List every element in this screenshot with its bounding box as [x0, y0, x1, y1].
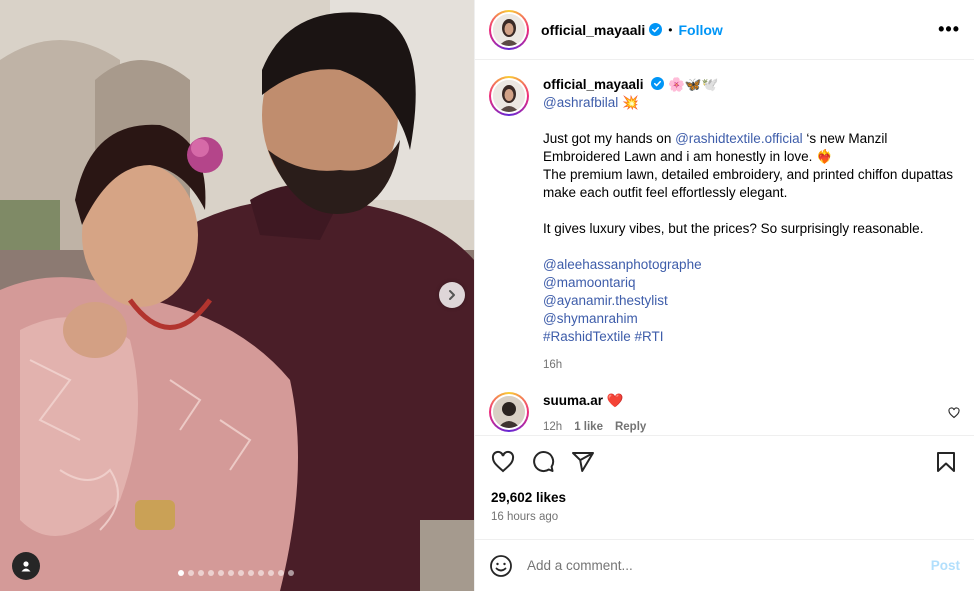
comment-icon[interactable] — [531, 450, 555, 474]
separator-dot: • — [668, 22, 673, 37]
comment-time[interactable]: 12h — [543, 418, 562, 435]
action-icons — [491, 450, 958, 474]
bookmark-icon[interactable] — [934, 450, 958, 474]
comment-heart-icon[interactable] — [948, 406, 960, 424]
caption-line-2: The premium lawn, detailed embroidery, a… — [543, 167, 953, 200]
share-icon[interactable] — [571, 450, 595, 474]
post-side-panel: official_mayaali • Follow ••• official_m… — [474, 0, 974, 591]
author-avatar[interactable] — [489, 9, 529, 50]
carousel-dot — [188, 570, 194, 576]
carousel-dot — [288, 570, 294, 576]
comment-likes[interactable]: 1 like — [574, 418, 603, 435]
caption-paragraph-2: It gives luxury vibes, but the prices? S… — [543, 221, 924, 236]
caption: official_mayaali 🌸🦋🕊️ @ashrafbilal 💥 Jus… — [489, 76, 960, 374]
author-username[interactable]: official_mayaali — [541, 22, 645, 38]
comments-section[interactable]: official_mayaali 🌸🦋🕊️ @ashrafbilal 💥 Jus… — [475, 60, 974, 435]
post-photo — [0, 0, 474, 591]
commenter-username[interactable]: suuma.ar — [543, 393, 603, 408]
carousel-dot — [268, 570, 274, 576]
post-media[interactable] — [0, 0, 474, 591]
comment-meta: 12h 1 like Reply — [543, 418, 646, 435]
carousel-dot — [208, 570, 214, 576]
comment-input[interactable] — [527, 558, 931, 573]
mention-emoji: 💥 — [622, 95, 639, 110]
post-header: official_mayaali • Follow ••• — [475, 0, 974, 60]
tagged-users-button[interactable] — [12, 552, 40, 580]
caption-emojis: 🌸🦋🕊️ — [668, 77, 719, 92]
verified-icon — [649, 23, 663, 36]
caption-paragraph-1: Just got my hands on @rashidtextile.offi… — [543, 130, 960, 202]
carousel-dot — [258, 570, 264, 576]
comment-item: suuma.ar ❤️ 12h 1 like Reply — [489, 392, 960, 435]
caption-username[interactable]: official_mayaali — [543, 77, 644, 92]
reply-button[interactable]: Reply — [615, 418, 646, 435]
carousel-dot — [228, 570, 234, 576]
instagram-post-modal: official_mayaali • Follow ••• official_m… — [0, 0, 974, 591]
likes-count[interactable]: 29,602 likes — [491, 490, 958, 505]
verified-icon — [651, 77, 665, 90]
caption-text: official_mayaali 🌸🦋🕊️ @ashrafbilal 💥 Jus… — [543, 76, 960, 374]
chevron-right-icon — [449, 290, 455, 300]
comment-text: ❤️ — [606, 393, 624, 408]
caption-intro-text: Just got my hands on — [543, 131, 676, 146]
carousel-dot — [218, 570, 224, 576]
follow-button[interactable]: Follow — [678, 22, 722, 38]
carousel-dot — [198, 570, 204, 576]
carousel-dot — [238, 570, 244, 576]
next-slide-button[interactable] — [439, 282, 465, 308]
credit-mention[interactable]: @mamoontariq — [543, 274, 960, 292]
caption-credits: @aleehassanphotographe @mamoontariq @aya… — [543, 256, 960, 346]
emoji-icon[interactable] — [489, 554, 513, 578]
credit-mention[interactable]: @aleehassanphotographe — [543, 256, 960, 274]
post-timestamp[interactable]: 16 hours ago — [491, 511, 958, 523]
user-tag-icon — [21, 561, 31, 572]
commenter-avatar[interactable] — [489, 392, 529, 432]
mention-rashidtextile[interactable]: @rashidtextile.official — [675, 131, 803, 146]
hashtags[interactable]: #RashidTextile #RTI — [543, 328, 960, 346]
comment-composer: Post — [475, 539, 974, 591]
more-options-icon[interactable]: ••• — [938, 19, 960, 40]
carousel-dot — [178, 570, 184, 576]
post-comment-button[interactable]: Post — [931, 558, 960, 573]
credit-mention[interactable]: @shymanrahim — [543, 310, 960, 328]
caption-time[interactable]: 16h — [543, 356, 960, 374]
caption-author-avatar[interactable] — [489, 76, 529, 116]
comment-body: suuma.ar ❤️ 12h 1 like Reply — [543, 392, 646, 435]
heart-icon[interactable] — [491, 450, 515, 474]
carousel-dot — [278, 570, 284, 576]
carousel-dot — [248, 570, 254, 576]
carousel-indicators — [178, 570, 294, 576]
post-actions: 29,602 likes 16 hours ago — [475, 435, 974, 539]
mention-ashrafbilal[interactable]: @ashrafbilal — [543, 95, 618, 110]
credit-mention[interactable]: @ayanamir.thestylist — [543, 292, 960, 310]
